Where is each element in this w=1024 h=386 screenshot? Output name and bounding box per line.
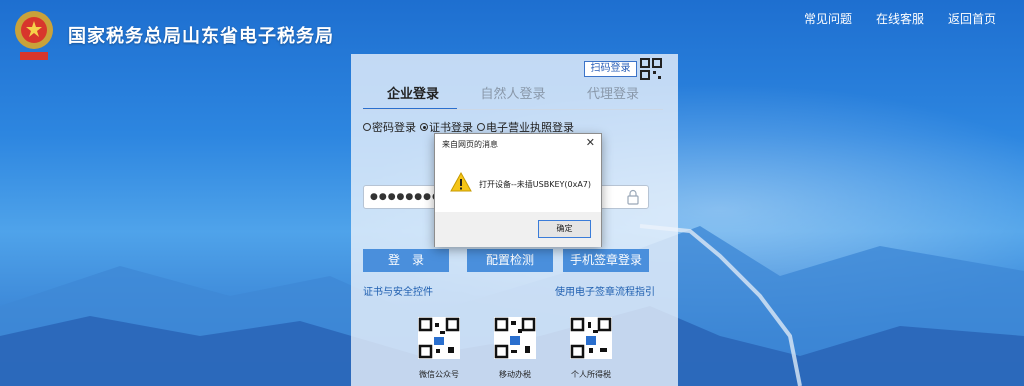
qr-code-icon [570,317,612,359]
warning-icon [450,172,472,192]
nav-faq[interactable]: 常见问题 [804,10,852,27]
tab-agent[interactable]: 代理登录 [563,84,663,110]
config-check-button[interactable]: 配置检测 [467,249,553,272]
qr-login-button[interactable]: 扫码登录 [584,61,637,77]
qr-caption: 微信公众号 [419,370,459,379]
radio-selected-icon [420,123,428,131]
qr-mobile-tax: 移动办税 [485,317,545,380]
tab-individual[interactable]: 自然人登录 [463,84,563,110]
dialog-footer: 确定 [435,212,601,247]
close-icon[interactable]: ✕ [586,136,595,149]
radio-icon [363,123,371,131]
qr-personal-income-tax: 个人所得税 [561,317,621,380]
tab-enterprise[interactable]: 企业登录 [363,84,463,110]
radio-label: 密码登录 [372,121,416,134]
qr-code-icon[interactable] [640,58,662,80]
nav-online-service[interactable]: 在线客服 [876,10,924,27]
cert-security-link[interactable]: 证书与安全控件 [363,283,433,298]
qr-caption: 移动办税 [499,370,531,379]
qr-code-icon [494,317,536,359]
nav-back-home[interactable]: 返回首页 [948,10,996,27]
radio-password-login[interactable]: 密码登录 [363,119,416,135]
alert-dialog: 来自网页的消息 ✕ 打开设备--未插USBKEY(0xA7) 确定 [434,133,602,247]
qr-caption: 个人所得税 [571,370,611,379]
lock-icon [627,189,639,205]
dialog-title: 来自网页的消息 [442,140,498,149]
ok-button[interactable]: 确定 [538,220,591,238]
radio-icon [477,123,485,131]
qr-wechat: 微信公众号 [409,317,469,380]
qr-code-icon [418,317,460,359]
login-button[interactable]: 登 录 [363,249,449,272]
tax-emblem-logo [15,11,53,60]
tab-divider [363,109,663,110]
site-title: 国家税务总局山东省电子税务局 [68,26,334,47]
dialog-message: 打开设备--未插USBKEY(0xA7) [479,180,592,189]
phone-sign-login-button[interactable]: 手机签章登录 [563,249,649,272]
login-tabs: 企业登录 自然人登录 代理登录 [363,84,663,110]
esign-guide-link[interactable]: 使用电子签章流程指引 [555,283,655,298]
top-nav: 常见问题 在线客服 返回首页 [804,10,996,27]
